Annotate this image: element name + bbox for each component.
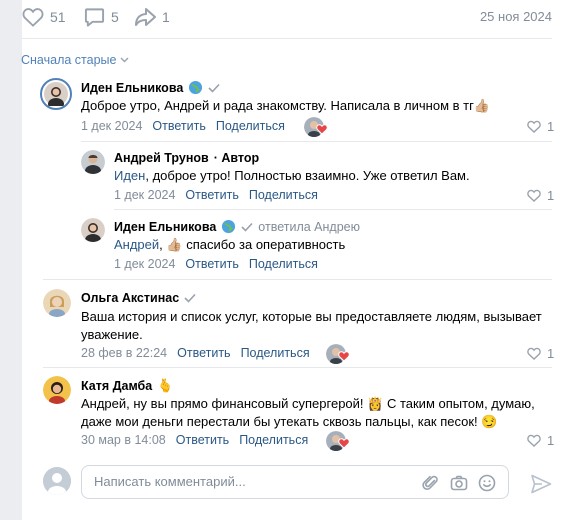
post-date: 25 ноя 2024 [479,9,552,24]
attach-icon[interactable] [422,474,440,492]
comment-author-row: Катя Дамба 🫰 [81,378,173,394]
comment-text: Ваша история и список услуг, которые вы … [81,309,542,342]
share-button[interactable]: 1 [134,6,170,28]
comment-author[interactable]: Катя Дамба [81,379,152,393]
post-stats: 51 5 1 25 ноя 2024 [22,6,552,30]
comment-author[interactable]: Андрей Трунов [114,151,209,165]
chevron-down-icon [120,57,129,63]
comment-date[interactable]: 1 дек 2024 [114,188,175,202]
divider [114,209,552,210]
like-button[interactable]: 51 [22,6,66,28]
comment-author-row: Иден Ельникова ответила Андрею [114,219,360,234]
heart-icon [527,434,541,447]
share-link[interactable]: Поделиться [239,433,308,447]
check-icon [184,293,196,303]
comment-meta: 1 дек 2024 Ответить Поделиться [114,257,318,271]
comment-meta: 1 дек 2024 Ответить Поделиться [114,188,318,202]
comment-author[interactable]: Иден Ельникова [114,220,216,234]
share-link[interactable]: Поделиться [216,119,285,133]
comment-button[interactable]: 5 [84,6,119,28]
comment-meta: 1 дек 2024 Ответить Поделиться [81,119,285,133]
reply-button[interactable]: Ответить [152,119,205,133]
comment-text: Иден, доброе утро! Полностью взаимно. Уж… [114,167,470,185]
comment-like-count: 1 [547,119,555,134]
comment-author[interactable]: Ольга Акстинас [81,291,179,305]
comment-icon [84,8,105,27]
check-icon [241,222,253,232]
comment-author-row: Иден Ельникова [81,80,220,95]
author-badge: · Автор [213,151,260,165]
divider [43,367,552,368]
reply-button[interactable]: Ответить [176,433,229,447]
reply-button[interactable]: Ответить [185,188,238,202]
mention-link[interactable]: Иден [114,168,145,183]
reply-button[interactable]: Ответить [185,257,238,271]
comment-input[interactable] [94,474,414,489]
comment-like-count: 1 [547,346,555,361]
check-icon [208,83,220,93]
heart-icon [338,438,350,449]
mention-link[interactable]: Андрей [114,237,159,252]
divider [43,279,552,280]
sort-label: Сначала старые [21,53,117,67]
name-emoji: 🫰 [157,378,174,393]
divider [22,38,552,39]
comment-like-count: 1 [547,433,555,448]
globe-icon [189,80,203,95]
avatar[interactable] [40,78,72,110]
reply-to-label[interactable]: ответила Андрею [258,220,360,234]
heart-icon [527,189,541,202]
comment-like-button[interactable]: 1 [527,188,554,203]
avatar[interactable] [43,376,71,404]
globe-icon [222,219,236,234]
sort-dropdown[interactable]: Сначала старые [21,53,129,67]
comment-text: Андрей, ну вы прямо финансовый супергеро… [81,396,535,429]
comment-author-row: Андрей Трунов · Автор [114,151,259,165]
heart-icon [316,124,328,135]
share-icon [135,8,156,26]
like-count: 51 [50,9,66,25]
current-user-avatar [43,467,71,495]
reply-button[interactable]: Ответить [177,346,230,360]
comment-compose-box [81,465,509,499]
comment-author-row: Ольга Акстинас [81,291,196,305]
send-icon[interactable] [530,474,552,494]
heart-icon [338,351,350,362]
heart-icon [527,120,541,133]
comment-date[interactable]: 30 мар в 14:08 [81,433,166,447]
comment-author[interactable]: Иден Ельникова [81,81,183,95]
page-edge [0,0,22,520]
comment-date[interactable]: 28 фев в 22:24 [81,346,167,360]
smile-icon[interactable] [478,474,496,492]
comment-text-body: , доброе утро! Полностью взаимно. Уже от… [145,168,470,183]
comment-meta: 28 фев в 22:24 Ответить Поделиться [81,346,310,360]
share-link[interactable]: Поделиться [241,346,310,360]
heart-icon [22,8,44,27]
comment-count: 5 [111,9,119,25]
comment-text-body: , 👍🏼 спасибо за оперативность [159,237,346,252]
comment-text: Андрей, 👍🏼 спасибо за оперативность [114,236,345,254]
avatar[interactable] [81,218,105,242]
avatar[interactable] [43,289,71,317]
comment-meta: 30 мар в 14:08 Ответить Поделиться [81,433,308,447]
heart-icon [527,347,541,360]
comment-date[interactable]: 1 дек 2024 [114,257,175,271]
share-count: 1 [162,9,170,25]
avatar[interactable] [81,150,105,174]
comment-like-button[interactable]: 1 [527,346,554,361]
camera-icon[interactable] [450,474,468,492]
comment-like-button[interactable]: 1 [527,433,554,448]
comment-text: Доброе утро, Андрей и рада знакомству. Н… [81,98,491,113]
share-link[interactable]: Поделиться [249,257,318,271]
comment-like-count: 1 [547,188,555,203]
share-link[interactable]: Поделиться [249,188,318,202]
comment-like-button[interactable]: 1 [527,119,554,134]
divider [81,141,552,142]
comment-date[interactable]: 1 дек 2024 [81,119,142,133]
